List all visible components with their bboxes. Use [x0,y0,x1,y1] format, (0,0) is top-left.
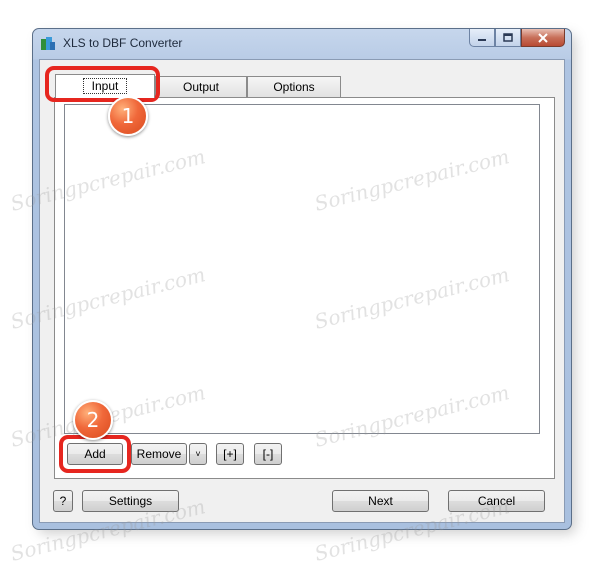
remove-dropdown-button[interactable]: ˅ [189,443,207,465]
next-button[interactable]: Next [332,490,429,512]
step-2-badge: 2 [73,400,113,440]
minimize-button[interactable] [469,29,495,47]
app-logo-icon [41,37,55,50]
minimize-icon [478,38,486,41]
maximize-icon [503,33,513,42]
expand-all-button[interactable]: [+] [216,443,244,465]
tab-input-label: Input [82,78,128,94]
title-bar[interactable]: XLS to DBF Converter [33,29,571,59]
close-button[interactable] [521,29,565,47]
remove-button[interactable]: Remove [131,443,187,465]
tab-output-label: Output [182,80,220,94]
window-title: XLS to DBF Converter [63,36,183,50]
help-button[interactable]: ? [53,490,73,512]
tab-options-label: Options [273,80,315,94]
collapse-all-button[interactable]: [-] [254,443,282,465]
tab-input[interactable]: Input [55,74,155,98]
close-icon [538,32,548,43]
step-1-badge: 1 [108,96,148,136]
maximize-button[interactable] [495,29,521,47]
add-button-highlight [59,435,131,473]
tab-output[interactable]: Output [155,76,247,98]
tab-options[interactable]: Options [247,76,341,98]
